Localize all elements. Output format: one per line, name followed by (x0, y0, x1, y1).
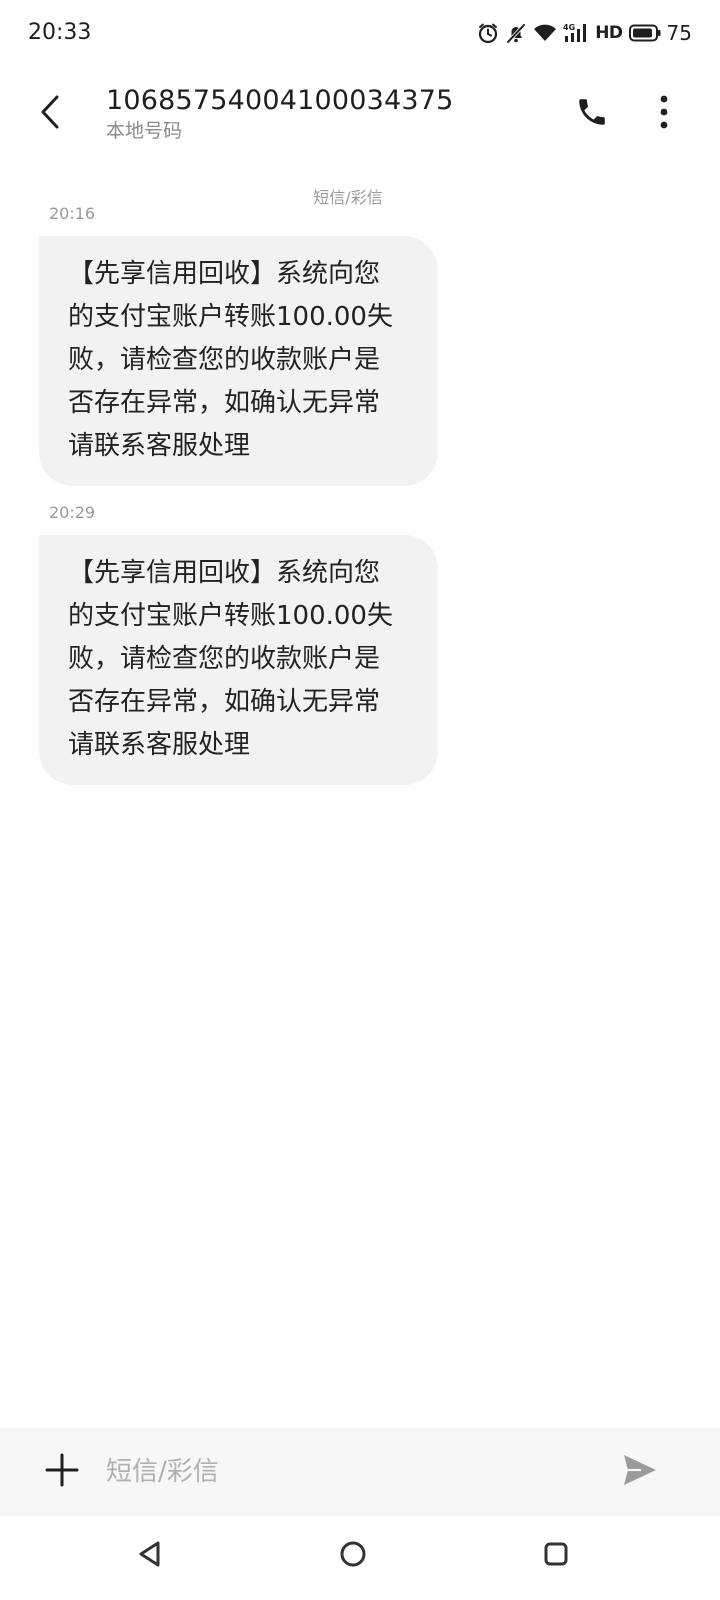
phone-icon (575, 95, 609, 133)
composer-bar (0, 1428, 720, 1516)
wifi-icon (533, 23, 557, 43)
system-nav-bar (0, 1516, 720, 1600)
message-time: 20:29 (49, 503, 96, 522)
svg-text:4G: 4G (563, 23, 575, 32)
status-icons: 4G HD 75 (477, 18, 692, 48)
more-options-button[interactable] (640, 90, 688, 138)
send-icon (623, 1454, 657, 1490)
signal-4g-icon: 4G (563, 22, 589, 44)
contact-number: 10685754004100034375 (106, 85, 454, 116)
chevron-left-icon (38, 94, 62, 134)
contact-info[interactable]: 10685754004100034375 本地号码 (106, 84, 454, 144)
nav-home-icon (339, 1540, 367, 1572)
status-bar: 20:33 4G HD 75 (0, 0, 720, 68)
nav-recents-icon (543, 1541, 569, 1571)
alarm-icon (477, 22, 499, 44)
conversation-header: 10685754004100034375 本地号码 (0, 68, 720, 172)
message-bubble[interactable]: 【先享信用回收】系统向您 的支付宝账户转账100.00失 败，请检查您的收款账户… (39, 236, 438, 486)
network-label: HD (595, 23, 623, 43)
message-time: 20:16 (49, 204, 96, 223)
contact-subtitle: 本地号码 (106, 120, 183, 142)
plus-icon (45, 1453, 79, 1491)
call-button[interactable] (568, 90, 616, 138)
mute-bell-icon (505, 22, 527, 44)
add-attachment-button[interactable] (38, 1448, 86, 1496)
status-time: 20:33 (28, 20, 92, 45)
nav-home-button[interactable] (325, 1528, 381, 1584)
nav-back-button[interactable] (122, 1528, 178, 1584)
channel-label: 短信/彩信 (313, 188, 383, 207)
nav-back-icon (137, 1540, 163, 1572)
nav-recents-button[interactable] (528, 1528, 584, 1584)
send-button[interactable] (616, 1448, 664, 1496)
battery-level: 75 (666, 21, 692, 45)
message-input[interactable] (106, 1446, 586, 1498)
more-vertical-icon (659, 95, 669, 133)
back-button[interactable] (24, 88, 76, 140)
battery-icon (628, 24, 661, 42)
message-bubble[interactable]: 【先享信用回收】系统向您 的支付宝账户转账100.00失 败，请检查您的收款账户… (39, 535, 438, 785)
